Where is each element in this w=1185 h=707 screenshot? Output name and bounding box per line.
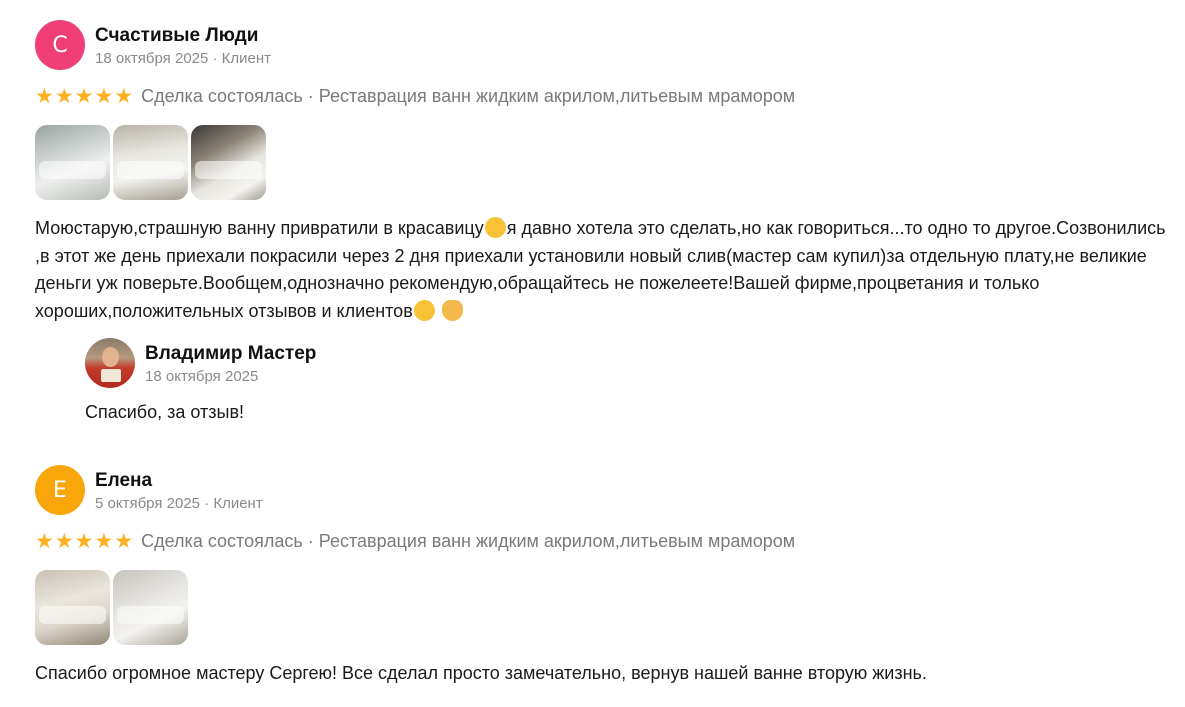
review-photo[interactable]: [35, 125, 110, 200]
star-icon: ★: [35, 84, 54, 108]
review-photo[interactable]: [191, 125, 266, 200]
author-name[interactable]: Елена: [95, 470, 263, 492]
star-icon: ★: [74, 84, 94, 108]
star-icon: ★: [35, 529, 54, 553]
star-icon: ★: [94, 84, 114, 108]
review-photo[interactable]: [113, 570, 188, 645]
star-icon: ★: [114, 84, 134, 108]
review-photo[interactable]: [113, 125, 188, 200]
avatar-letter: С: [52, 32, 68, 58]
rating-line: ★ ★ ★ ★ ★ Сделка состоялась · Реставраци…: [35, 529, 1175, 553]
star-icon: ★: [74, 529, 94, 553]
reply-text: Спасибо, за отзыв!: [85, 402, 245, 422]
star-icon: ★: [54, 84, 74, 108]
star-icon: ★: [114, 529, 134, 553]
handshake-emoji-icon: [441, 299, 463, 321]
star-rating: ★ ★ ★ ★ ★: [35, 84, 133, 108]
review-header: Е Елена 5 октября 2025 · Клиент: [35, 465, 1175, 517]
owner-reply: Владимир Мастер 18 октября 2025 Спасибо,…: [85, 338, 785, 424]
review-text-part: Моюстарую,страшную ванну привратили в кр…: [35, 218, 484, 238]
star-icon: ★: [54, 529, 74, 553]
star-rating: ★ ★ ★ ★ ★: [35, 529, 133, 553]
avatar-letter: Е: [53, 477, 67, 503]
review-card: С Счастивые Люди 18 октября 2025 · Клиен…: [35, 20, 1175, 422]
avatar[interactable]: С: [35, 20, 85, 70]
review-meta: 18 октября 2025 · Клиент: [95, 50, 272, 67]
reply-author-name[interactable]: Владимир Мастер: [145, 343, 316, 365]
review-header: С Счастивые Люди 18 октября 2025 · Клиен…: [35, 20, 1175, 72]
review-text: Спасибо огромное мастеру Сергею! Все сде…: [35, 663, 927, 683]
rating-line: ★ ★ ★ ★ ★ Сделка состоялась · Реставраци…: [35, 84, 1175, 108]
deal-info: Сделка состоялась · Реставрация ванн жид…: [141, 531, 796, 551]
reply-avatar[interactable]: [85, 338, 135, 388]
review-meta: 5 октября 2025 · Клиент: [95, 495, 263, 512]
review-card: Е Елена 5 октября 2025 · Клиент ★ ★ ★ ★ …: [35, 465, 1175, 688]
review-photos: [35, 570, 1175, 645]
review-text: Моюстарую,страшную ванну привратили в кр…: [35, 215, 1170, 325]
review-photo[interactable]: [35, 570, 110, 645]
reply-date: 18 октября 2025: [145, 368, 259, 385]
avatar[interactable]: Е: [35, 465, 85, 515]
author-name[interactable]: Счастивые Люди: [95, 25, 271, 47]
deal-info: Сделка состоялась · Реставрация ванн жид…: [141, 86, 796, 106]
grinning-emoji-icon: [484, 217, 506, 238]
review-photos: [35, 125, 1175, 200]
star-icon: ★: [94, 529, 114, 553]
hugging-emoji-icon: [413, 299, 435, 321]
